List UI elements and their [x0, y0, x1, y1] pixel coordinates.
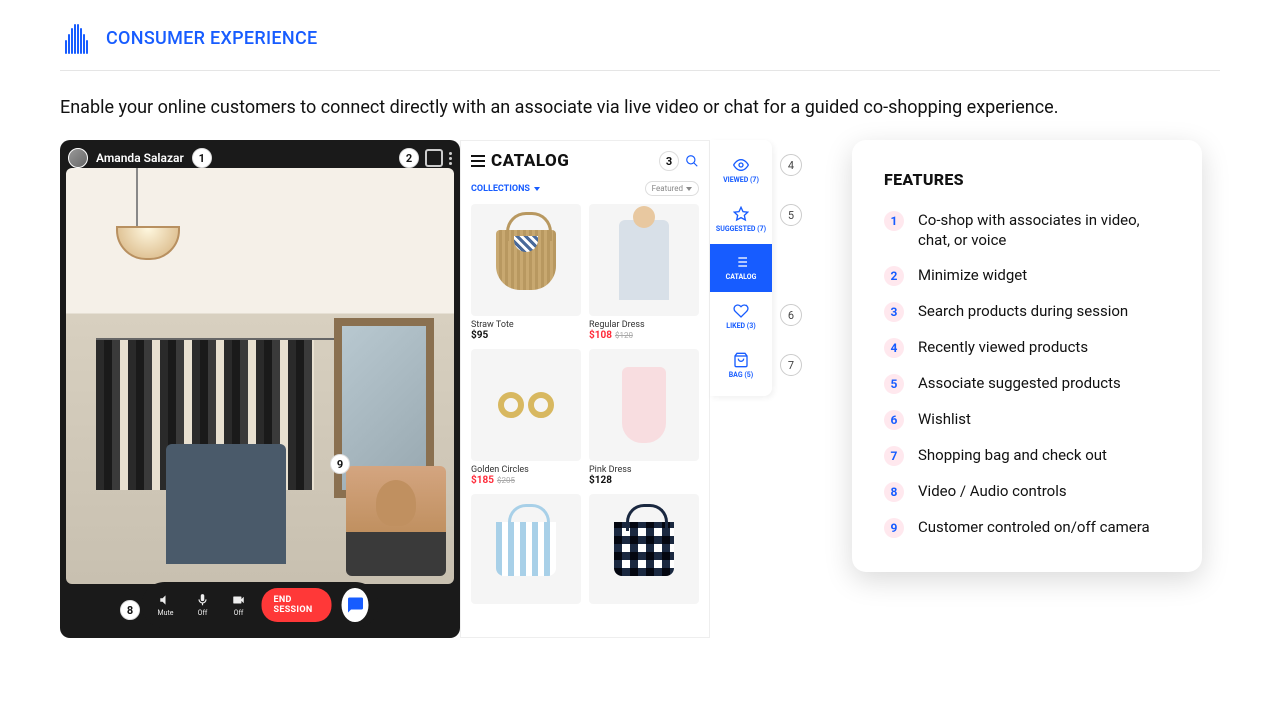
product-image: [496, 230, 556, 290]
product-card[interactable]: [589, 494, 699, 604]
feature-number: 3: [884, 302, 904, 322]
product-image: [614, 522, 674, 576]
product-image: [498, 392, 554, 418]
tab-bag[interactable]: BAG (5): [710, 341, 772, 390]
product-price: $128: [589, 475, 699, 486]
mute-button[interactable]: Mute: [152, 593, 180, 617]
feature-number: 8: [884, 482, 904, 502]
catalog-title: CATALOG: [491, 151, 569, 171]
search-icon[interactable]: [685, 154, 699, 168]
feature-text: Co-shop with associates in video, chat, …: [918, 211, 1170, 250]
feature-number: 7: [884, 446, 904, 466]
tab-suggested[interactable]: SUGGESTED (7): [710, 195, 772, 244]
video-controls: Mute Off Off END SESSION: [142, 582, 379, 628]
intro-text: Enable your online customers to connect …: [60, 97, 1220, 118]
heart-icon: [733, 303, 749, 319]
callout-8: 8: [120, 600, 140, 620]
callout-3: 3: [659, 151, 679, 171]
product-name: Regular Dress: [589, 320, 699, 330]
tab-viewed[interactable]: VIEWED (7): [710, 146, 772, 195]
list-icon: [733, 254, 749, 270]
product-card[interactable]: Straw Tote $95: [471, 204, 581, 341]
product-card[interactable]: Pink Dress $128: [589, 349, 699, 486]
brand-logo: [60, 22, 92, 54]
menu-icon[interactable]: [471, 155, 485, 167]
feature-item: 5 Associate suggested products: [884, 374, 1170, 394]
feature-text: Shopping bag and check out: [918, 446, 1107, 466]
avatar: [68, 148, 88, 168]
product-name: Pink Dress: [589, 465, 699, 475]
callout-4: 4: [780, 154, 802, 176]
chevron-down-icon: [686, 187, 692, 191]
feature-item: 9 Customer controled on/off camera: [884, 518, 1170, 538]
tab-catalog[interactable]: CATALOG: [710, 244, 772, 293]
featured-dropdown[interactable]: Featured: [645, 181, 699, 196]
product-name: Straw Tote: [471, 320, 581, 330]
product-price: $185$205: [471, 475, 581, 486]
feature-text: Customer controled on/off camera: [918, 518, 1150, 538]
page-header: CONSUMER EXPERIENCE: [60, 22, 1220, 71]
feature-item: 8 Video / Audio controls: [884, 482, 1170, 502]
feature-text: Search products during session: [918, 302, 1128, 322]
product-card[interactable]: Golden Circles $185$205: [471, 349, 581, 486]
collections-dropdown[interactable]: COLLECTIONS: [471, 184, 540, 194]
chat-button[interactable]: [342, 588, 368, 622]
end-session-button[interactable]: END SESSION: [262, 588, 333, 622]
callout-7: 7: [780, 354, 802, 376]
customer-pip[interactable]: [346, 466, 446, 576]
feature-text: Wishlist: [918, 410, 971, 430]
feature-item: 7 Shopping bag and check out: [884, 446, 1170, 466]
feature-text: Video / Audio controls: [918, 482, 1067, 502]
tab-liked[interactable]: LIKED (3): [710, 292, 772, 341]
catalog-panel: CATALOG 3 COLLECTIONS Featured: [460, 140, 710, 638]
feature-number: 6: [884, 410, 904, 430]
section-title: CONSUMER EXPERIENCE: [106, 28, 318, 49]
mic-button[interactable]: Off: [190, 593, 216, 617]
callout-2: 2: [399, 148, 419, 168]
video-panel: Amanda Salazar 1 2 9 8: [60, 140, 460, 638]
associate-name: Amanda Salazar: [96, 151, 184, 165]
eye-icon: [733, 157, 749, 173]
callout-9: 9: [330, 454, 350, 474]
product-price: $95: [471, 330, 581, 341]
features-card: FEATURES 1 Co-shop with associates in vid…: [852, 140, 1202, 572]
feature-number: 4: [884, 338, 904, 358]
bag-icon: [733, 352, 749, 368]
feature-item: 3 Search products during session: [884, 302, 1170, 322]
callout-5: 5: [780, 204, 802, 226]
feature-item: 4 Recently viewed products: [884, 338, 1170, 358]
product-image: [496, 522, 556, 576]
product-card[interactable]: Regular Dress $108$120: [589, 204, 699, 341]
product-image: [622, 367, 666, 443]
side-tabs: VIEWED (7) SUGGESTED (7) CATALOG LIKED (…: [710, 140, 772, 396]
star-icon: [733, 206, 749, 222]
chevron-down-icon: [534, 187, 540, 191]
callout-6: 6: [780, 304, 802, 326]
features-title: FEATURES: [884, 170, 1170, 189]
callout-1: 1: [192, 148, 212, 168]
minimize-icon[interactable]: [425, 149, 443, 167]
feature-number: 5: [884, 374, 904, 394]
mic-label: Off: [198, 609, 208, 617]
feature-number: 1: [884, 211, 904, 231]
product-image: [619, 220, 669, 300]
product-price: $108$120: [589, 330, 699, 341]
feature-text: Recently viewed products: [918, 338, 1088, 358]
feature-item: 6 Wishlist: [884, 410, 1170, 430]
feature-item: 1 Co-shop with associates in video, chat,…: [884, 211, 1170, 250]
mute-label: Mute: [158, 609, 174, 617]
product-name: Golden Circles: [471, 465, 581, 475]
camera-label: Off: [234, 609, 244, 617]
feature-text: Minimize widget: [918, 266, 1027, 286]
feature-text: Associate suggested products: [918, 374, 1121, 394]
feature-number: 2: [884, 266, 904, 286]
app-mock: Amanda Salazar 1 2 9 8: [60, 140, 802, 638]
more-icon[interactable]: [449, 152, 452, 165]
camera-button[interactable]: Off: [226, 593, 252, 617]
feature-item: 2 Minimize widget: [884, 266, 1170, 286]
feature-number: 9: [884, 518, 904, 538]
callouts-column: 4 5 6 7: [780, 140, 802, 638]
product-card[interactable]: [471, 494, 581, 604]
